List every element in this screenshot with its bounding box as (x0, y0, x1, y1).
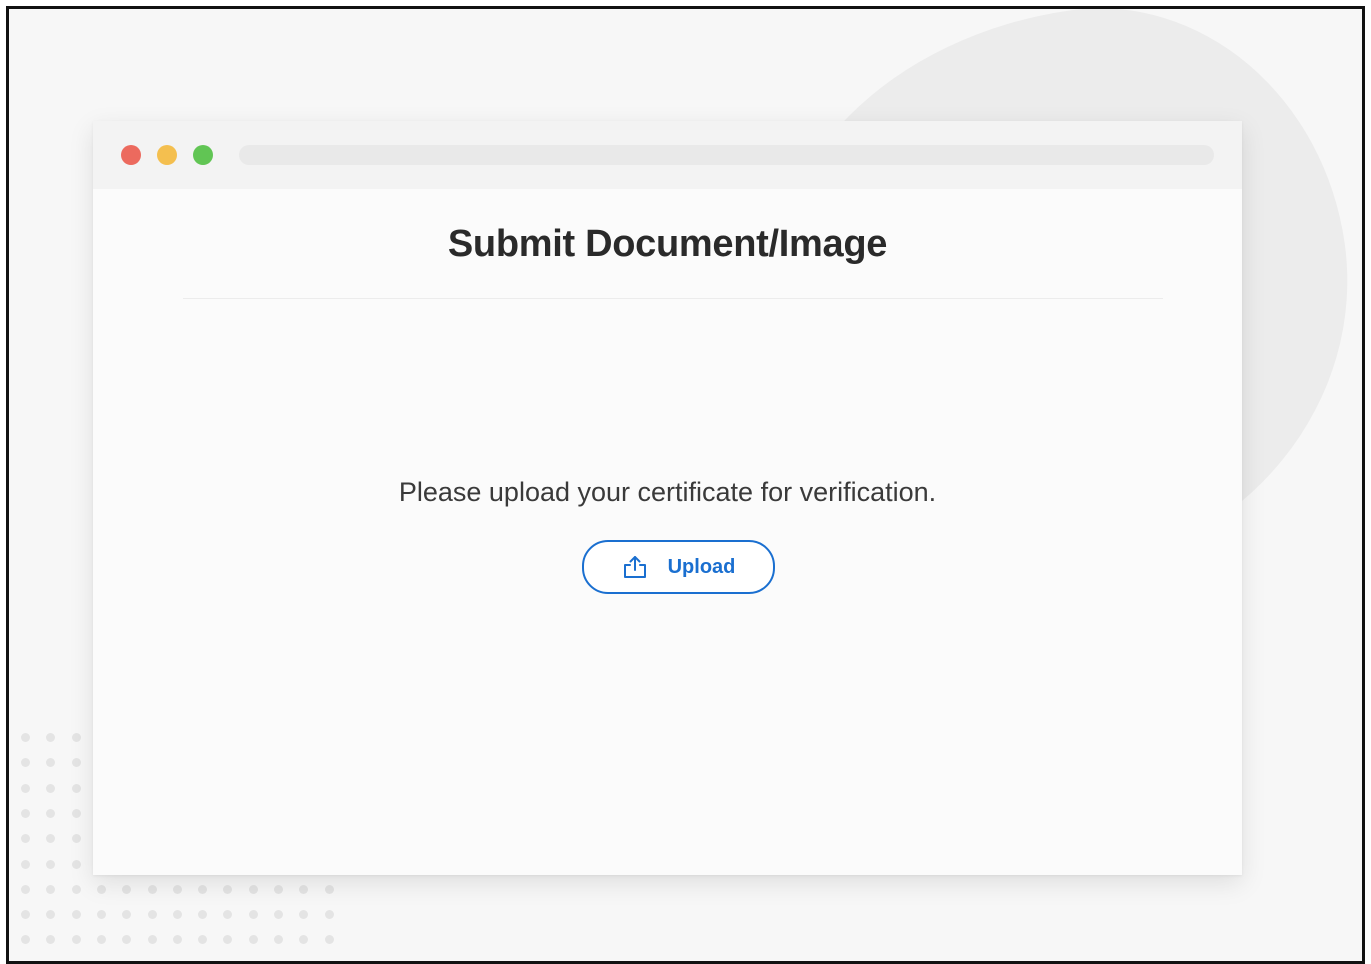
decorative-dot (71, 733, 81, 742)
upload-icon (622, 554, 648, 580)
decorative-dot (21, 859, 30, 869)
decorative-dot (198, 910, 208, 920)
decorative-dot (324, 935, 334, 945)
decorative-dot (46, 935, 56, 945)
decorative-dot (46, 834, 56, 844)
decorative-dot (122, 910, 132, 920)
decorative-dot (21, 758, 30, 768)
decorative-dot (46, 859, 56, 869)
decorative-dot (147, 935, 157, 945)
decorative-dot (46, 758, 56, 768)
decorative-dot (198, 935, 208, 945)
address-bar[interactable] (239, 145, 1214, 165)
decorative-dot (198, 884, 208, 894)
decorative-dot (172, 910, 182, 920)
browser-window: Submit Document/Image Please upload your… (93, 121, 1242, 875)
decorative-dot (324, 884, 334, 894)
decorative-dot (71, 910, 81, 920)
decorative-dot (71, 884, 81, 894)
decorative-dot (122, 884, 132, 894)
decorative-dot (223, 935, 233, 945)
decorative-dot (147, 910, 157, 920)
decorative-dot (274, 910, 283, 920)
decorative-dot (122, 935, 132, 945)
decorative-dot (324, 910, 334, 920)
decorative-dot (299, 884, 309, 894)
page-title: Submit Document/Image (447, 223, 888, 265)
decorative-dot (274, 935, 283, 945)
decorative-dot (223, 884, 233, 894)
decorative-dot (21, 884, 30, 894)
decorative-dot (46, 783, 56, 793)
browser-titlebar (93, 121, 1242, 189)
decorative-dot (299, 910, 309, 920)
decorative-dot (96, 910, 106, 920)
decorative-dot (71, 808, 81, 818)
upload-button[interactable]: Upload (582, 540, 775, 594)
close-window-button[interactable] (121, 145, 141, 165)
decorative-dot (46, 910, 56, 920)
decorative-dot (172, 935, 182, 945)
decorative-dot (147, 884, 157, 894)
decorative-dot (71, 935, 81, 945)
decorative-dot (21, 808, 30, 818)
decorative-dot (96, 935, 106, 945)
decorative-dot (21, 910, 30, 920)
minimize-window-button[interactable] (157, 145, 177, 165)
upload-instruction: Please upload your certificate for verif… (398, 477, 937, 507)
decorative-dot (248, 935, 258, 945)
decorative-dot (21, 935, 30, 945)
upload-button-label: Upload (667, 555, 736, 578)
decorative-dot (46, 884, 56, 894)
decorative-dot (248, 884, 258, 894)
decorative-dot (71, 834, 81, 844)
maximize-window-button[interactable] (193, 145, 213, 165)
decorative-dot (46, 808, 56, 818)
decorative-dot (96, 884, 106, 894)
screenshot-frame: Submit Document/Image Please upload your… (6, 6, 1365, 964)
decorative-dot (248, 910, 258, 920)
decorative-dot (71, 783, 81, 793)
decorative-dot (71, 758, 81, 768)
decorative-dot (46, 733, 56, 742)
decorative-dot (299, 935, 309, 945)
decorative-dot (172, 884, 182, 894)
title-divider (183, 298, 1163, 299)
decorative-dot (21, 783, 30, 793)
decorative-dot (71, 859, 81, 869)
decorative-dot (223, 910, 233, 920)
decorative-dot (274, 884, 283, 894)
decorative-dot (21, 834, 30, 844)
decorative-dot (21, 733, 30, 742)
